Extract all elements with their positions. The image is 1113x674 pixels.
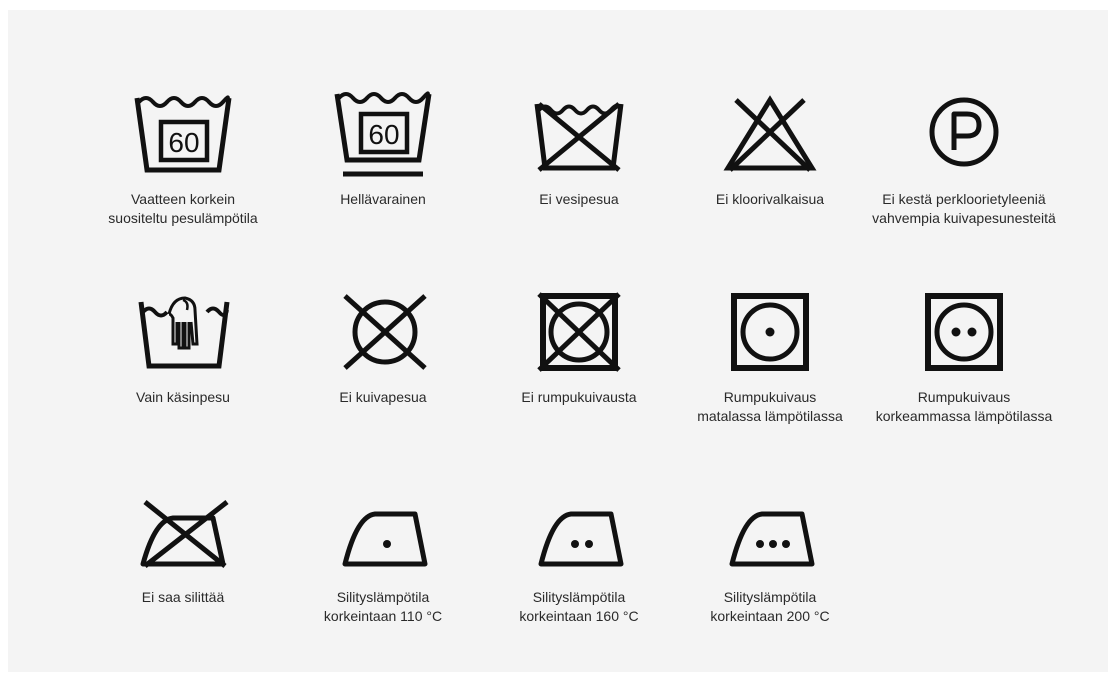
iron-two-dots-icon [538,511,624,567]
symbol-label: Ei kloorivalkaisua [715,191,825,207]
symbol-dry-clean-p: Ei kestä perkloorietyleeniä vahvempia ku… [869,90,1059,228]
wash-60-gentle-icon: 60 [334,91,432,177]
symbol-wash-60-gentle: 60 Hellävarainen [288,90,478,209]
symbol-label: Ei rumpukuivausta [521,389,637,405]
iron-one-dot-icon [342,511,428,567]
tumble-dry-low-icon [731,293,809,371]
symbol-label: Ei kestä perkloorietyleeniä vahvempia ku… [872,191,1056,226]
symbol-label: Ei kuivapesua [339,389,427,405]
symbol-label: Hellävarainen [340,191,426,207]
symbol-no-tumble-dry: Ei rumpukuivausta [484,288,674,407]
care-symbols-panel: 60 Vaatteen korkein suositeltu pesulämpö… [8,10,1108,672]
symbol-label: Silityslämpötila korkeintaan 110 °C [323,589,443,624]
symbol-iron-200: Silityslämpötila korkeintaan 200 °C [675,488,865,626]
symbol-label: Vain käsinpesu [136,389,230,405]
symbol-label: Ei saa silittää [141,589,225,605]
symbol-iron-160: Silityslämpötila korkeintaan 160 °C [484,488,674,626]
symbol-label: Silityslämpötila korkeintaan 200 °C [710,589,830,624]
symbol-label: Rumpukuivaus korkeammassa lämpötilassa [875,389,1053,424]
symbol-no-bleach: Ei kloorivalkaisua [675,90,865,209]
symbol-wash-60: 60 Vaatteen korkein suositeltu pesulämpö… [88,90,278,228]
symbol-label: Ei vesipesua [539,191,619,207]
hand-wash-icon [138,296,230,369]
no-tumble-dry-icon [537,292,621,372]
symbol-label: Silityslämpötila korkeintaan 160 °C [519,589,639,624]
wash-60-icon: 60 [134,95,232,173]
symbol-no-iron: Ei saa silittää [88,488,278,607]
symbol-no-wash: Ei vesipesua [484,90,674,209]
iron-three-dots-icon [729,511,815,567]
no-bleach-icon [723,95,817,172]
symbol-tumble-dry-low: Rumpukuivaus matalassa lämpötilassa [675,288,865,426]
temp-value: 60 [368,119,399,150]
symbol-label: Rumpukuivaus matalassa lämpötilassa [697,389,843,424]
symbol-label: Vaatteen korkein suositeltu pesulämpötil… [108,191,258,226]
symbol-iron-110: Silityslämpötila korkeintaan 110 °C [288,488,478,626]
symbol-hand-wash: Vain käsinpesu [88,288,278,407]
no-dry-clean-icon [343,294,427,370]
symbol-no-dry-clean: Ei kuivapesua [288,288,478,407]
symbol-tumble-dry-high: Rumpukuivaus korkeammassa lämpötilassa [869,288,1059,426]
tumble-dry-high-icon [925,293,1003,371]
dry-clean-p-icon [929,97,999,167]
temp-value: 60 [168,127,199,158]
no-wash-icon [534,102,624,172]
no-iron-icon [140,500,229,568]
